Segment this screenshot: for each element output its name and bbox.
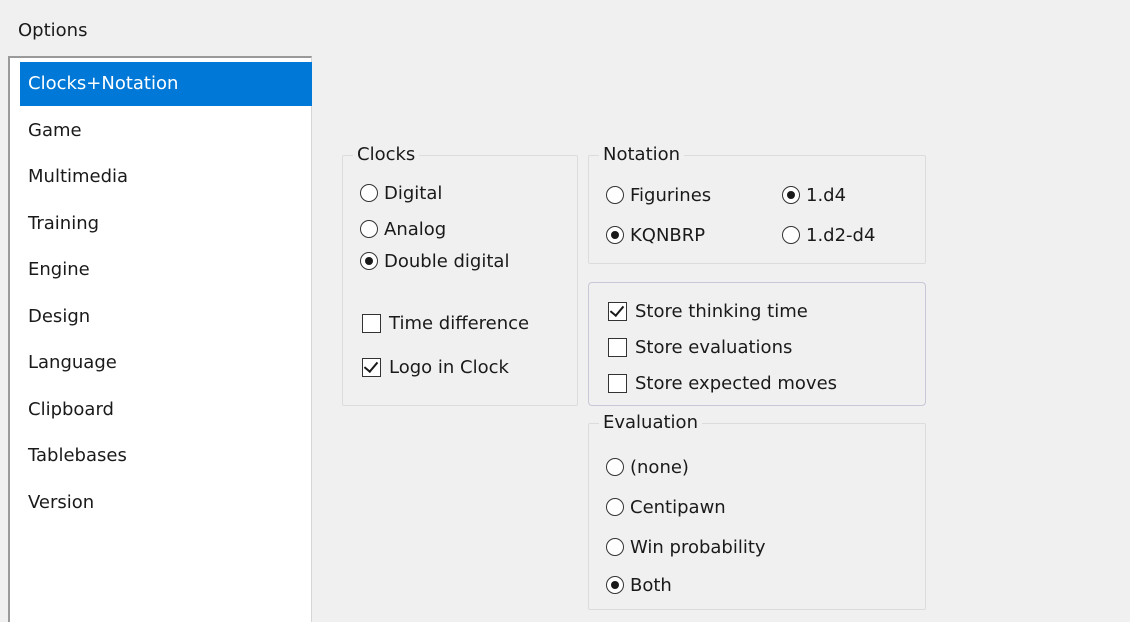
window-title: Options <box>18 20 88 41</box>
title-bar: Options <box>0 0 1130 56</box>
time-difference-option[interactable]: Time difference <box>362 310 529 336</box>
evaluation-both-label: Both <box>630 574 672 596</box>
sidebar-item-design[interactable]: Design <box>20 295 312 339</box>
notation-long-label: 1.d2-d4 <box>806 224 876 246</box>
category-list: Clocks+Notation Game Multimedia Training… <box>20 62 312 527</box>
notation-figurines-option[interactable]: Figurines <box>606 182 711 208</box>
clock-analog-label: Analog <box>384 218 447 240</box>
store-evaluations-checkbox[interactable] <box>608 337 627 357</box>
notation-legend: Notation <box>603 144 681 165</box>
notation-kqnbrp-option[interactable]: KQNBRP <box>606 222 705 248</box>
clock-double-digital-radio[interactable] <box>360 252 378 270</box>
logo-in-clock-label: Logo in Clock <box>389 356 509 378</box>
evaluation-none-radio[interactable] <box>606 458 624 476</box>
sidebar-item-multimedia[interactable]: Multimedia <box>20 155 312 199</box>
clock-double-digital-option[interactable]: Double digital <box>360 248 509 274</box>
notation-long-option[interactable]: 1.d2-d4 <box>782 222 875 248</box>
clock-digital-label: Digital <box>384 182 443 204</box>
sidebar-item-game[interactable]: Game <box>20 109 312 153</box>
evaluation-win-probability-label: Win probability <box>630 536 766 558</box>
store-thinking-time-checkbox[interactable] <box>608 301 627 321</box>
clocks-legend: Clocks <box>357 144 416 165</box>
notation-kqnbrp-label: KQNBRP <box>630 224 706 246</box>
clock-analog-radio[interactable] <box>360 220 378 238</box>
sidebar-item-training[interactable]: Training <box>20 202 312 246</box>
store-evaluations-label: Store evaluations <box>635 336 793 358</box>
clock-analog-option[interactable]: Analog <box>360 216 446 242</box>
notation-kqnbrp-radio[interactable] <box>606 226 624 244</box>
evaluation-centipawn-radio[interactable] <box>606 498 624 516</box>
clock-double-digital-label: Double digital <box>384 250 510 272</box>
store-expected-moves-option[interactable]: Store expected moves <box>608 370 837 396</box>
evaluation-legend: Evaluation <box>603 412 698 433</box>
sidebar-item-tablebases[interactable]: Tablebases <box>20 434 312 478</box>
sidebar-item-engine[interactable]: Engine <box>20 248 312 292</box>
evaluation-centipawn-option[interactable]: Centipawn <box>606 494 726 520</box>
notation-figurines-radio[interactable] <box>606 186 624 204</box>
evaluation-both-radio[interactable] <box>606 576 624 594</box>
notation-short-radio[interactable] <box>782 186 800 204</box>
notation-short-label: 1.d4 <box>806 184 847 206</box>
store-thinking-time-label: Store thinking time <box>635 300 808 322</box>
store-expected-moves-checkbox[interactable] <box>608 373 627 393</box>
clock-digital-option[interactable]: Digital <box>360 180 442 206</box>
options-category-list[interactable]: Clocks+Notation Game Multimedia Training… <box>8 56 312 622</box>
evaluation-none-label: (none) <box>630 456 689 478</box>
store-thinking-time-option[interactable]: Store thinking time <box>608 298 808 324</box>
notation-short-option[interactable]: 1.d4 <box>782 182 846 208</box>
sidebar-item-clocks-notation[interactable]: Clocks+Notation <box>20 62 312 106</box>
options-window: Options Clocks+Notation Game Multimedia … <box>0 0 1130 622</box>
clock-digital-radio[interactable] <box>360 184 378 202</box>
logo-in-clock-checkbox[interactable] <box>362 357 381 377</box>
sidebar-item-version[interactable]: Version <box>20 481 312 525</box>
sidebar-item-language[interactable]: Language <box>20 341 312 385</box>
sidebar-item-clipboard[interactable]: Clipboard <box>20 388 312 432</box>
time-difference-checkbox[interactable] <box>362 313 381 333</box>
notation-long-radio[interactable] <box>782 226 800 244</box>
store-expected-moves-label: Store expected moves <box>635 372 838 394</box>
evaluation-win-probability-option[interactable]: Win probability <box>606 534 766 560</box>
evaluation-centipawn-label: Centipawn <box>630 496 726 518</box>
logo-in-clock-option[interactable]: Logo in Clock <box>362 354 509 380</box>
evaluation-none-option[interactable]: (none) <box>606 454 689 480</box>
notation-figurines-label: Figurines <box>630 184 712 206</box>
store-evaluations-option[interactable]: Store evaluations <box>608 334 792 360</box>
options-content: Clocks Digital Analog Double digital Tim… <box>312 56 1130 622</box>
time-difference-label: Time difference <box>389 312 530 334</box>
evaluation-both-option[interactable]: Both <box>606 572 672 598</box>
evaluation-win-probability-radio[interactable] <box>606 538 624 556</box>
